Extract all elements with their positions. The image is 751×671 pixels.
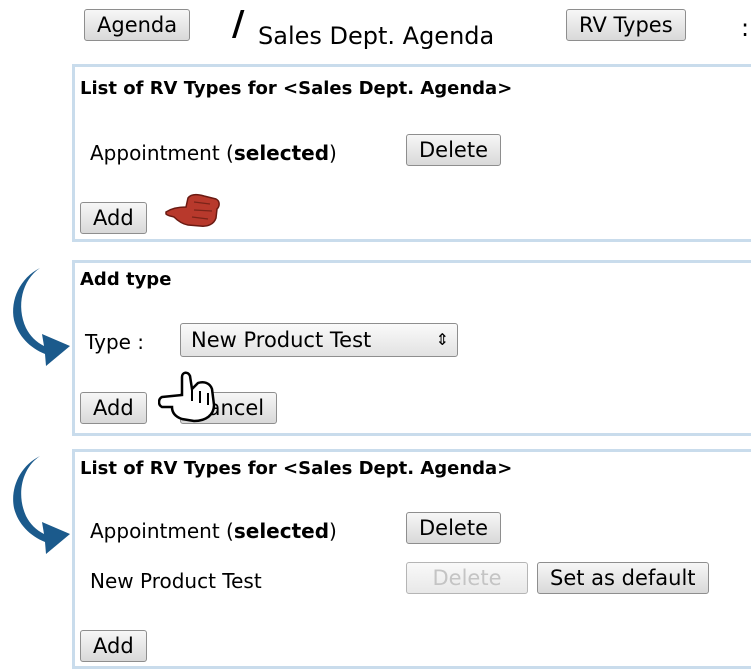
panel-title: Add type [80, 269, 172, 290]
agenda-button[interactable]: Agenda [84, 9, 191, 41]
list-item-appointment: Appointment (selected) [90, 519, 337, 543]
type-select-value: New Product Test [191, 328, 372, 352]
add-button[interactable]: Add [80, 392, 147, 424]
curved-arrow-icon [13, 456, 71, 554]
panel-title: List of RV Types for <Sales Dept. Agenda… [80, 458, 513, 479]
delete-button[interactable]: Delete [406, 512, 501, 544]
rv-types-button[interactable]: RV Types [566, 9, 686, 41]
breadcrumb-separator: / [232, 4, 245, 44]
agenda-name: Sales Dept. Agenda [258, 22, 495, 50]
list-item-new-product-test: New Product Test [90, 569, 262, 593]
panel-title: List of RV Types for <Sales Dept. Agenda… [80, 78, 513, 99]
curved-arrow-icon [13, 268, 71, 366]
rv-type-name: Appointment [90, 141, 220, 165]
delete-button-disabled: Delete [406, 562, 528, 594]
hand-cursor-icon [158, 371, 216, 423]
rv-types-list-panel-updated: List of RV Types for <Sales Dept. Agenda… [72, 449, 751, 669]
add-button[interactable]: Add [80, 202, 147, 234]
rv-type-name: Appointment [90, 519, 220, 543]
set-as-default-button[interactable]: Set as default [537, 562, 709, 594]
selected-status: selected [233, 519, 330, 543]
add-button[interactable]: Add [80, 630, 147, 662]
list-item-appointment: Appointment (selected) [90, 141, 337, 165]
type-select[interactable]: New Product Test ⇕ [180, 323, 458, 357]
type-label: Type : [85, 330, 145, 354]
selected-status: selected [233, 141, 330, 165]
pointing-hand-icon [165, 193, 220, 227]
select-arrows-icon: ⇕ [435, 330, 449, 349]
breadcrumb-colon: : [741, 14, 750, 42]
delete-button[interactable]: Delete [406, 134, 501, 166]
